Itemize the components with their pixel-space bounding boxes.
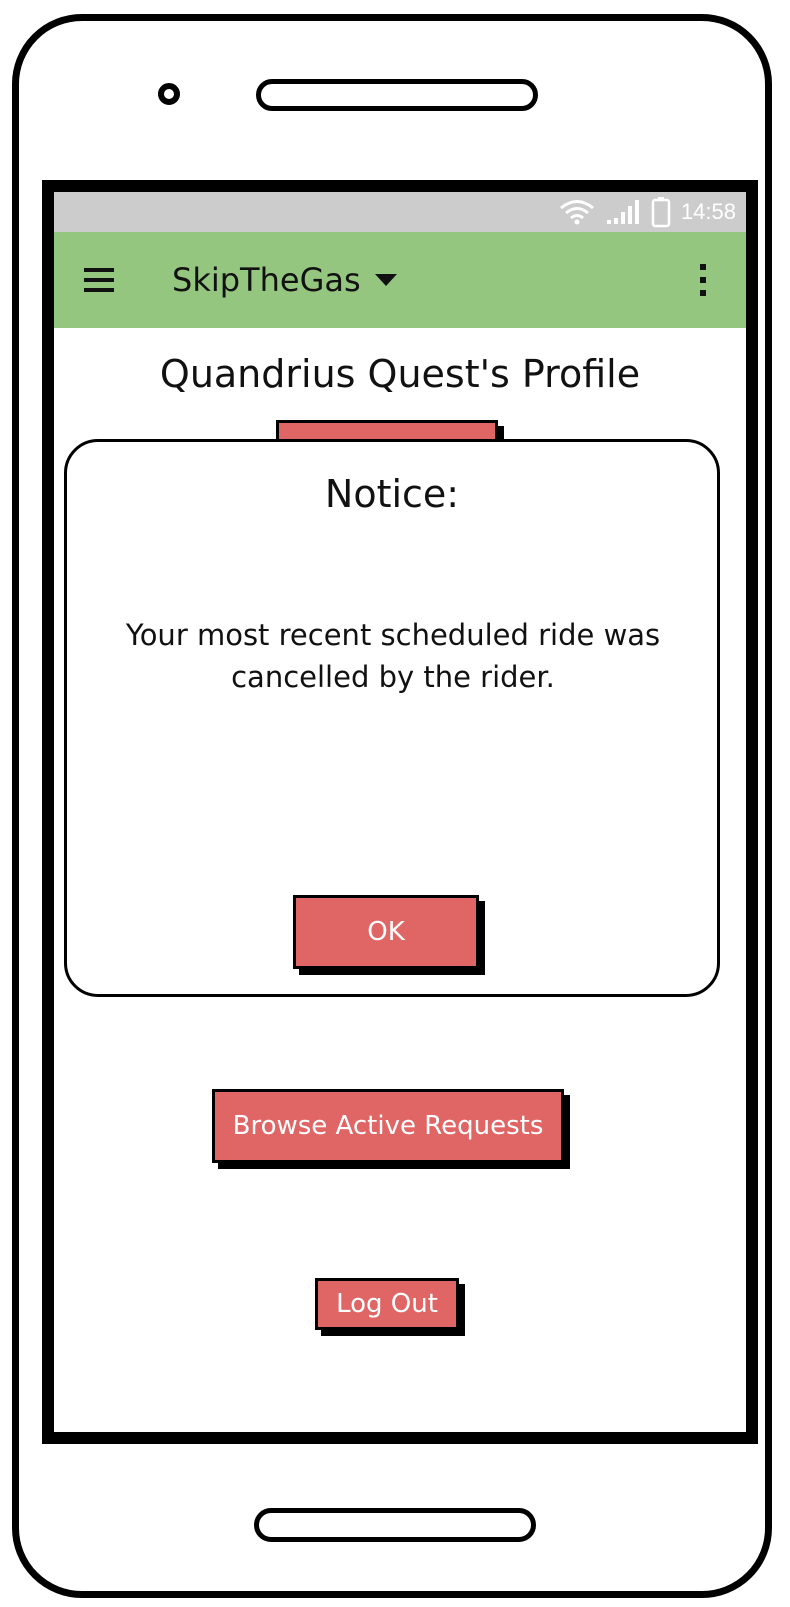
speaker-grille bbox=[256, 79, 538, 111]
wifi-icon bbox=[559, 199, 595, 225]
log-out-button[interactable]: Log Out bbox=[315, 1278, 459, 1330]
profile-title: Quandrius Quest's Profile bbox=[159, 352, 641, 396]
status-icons: 14:58 bbox=[559, 196, 736, 228]
signal-icon bbox=[605, 198, 641, 226]
battery-icon bbox=[651, 196, 671, 228]
status-time: 14:58 bbox=[680, 199, 736, 224]
dropdown-arrow-icon bbox=[374, 271, 397, 290]
app-title-dropdown[interactable]: SkipTheGas bbox=[172, 258, 397, 302]
screen: 14:58 SkipTheGas Quandrius Quest's Profi… bbox=[42, 180, 758, 1444]
home-button[interactable] bbox=[254, 1508, 536, 1542]
app-title: SkipTheGas bbox=[172, 261, 361, 299]
browse-active-requests-button[interactable]: Browse Active Requests bbox=[212, 1089, 564, 1163]
camera-icon bbox=[158, 83, 180, 105]
menu-icon[interactable] bbox=[84, 268, 114, 292]
ok-button[interactable]: OK bbox=[293, 895, 479, 969]
app-bar: SkipTheGas bbox=[54, 232, 746, 328]
dialog-message: Your most recent scheduled ride was canc… bbox=[125, 618, 661, 694]
dialog-title: Notice: bbox=[324, 472, 460, 516]
more-vert-icon[interactable] bbox=[698, 264, 708, 296]
status-bar: 14:58 bbox=[54, 192, 746, 232]
notice-dialog: Notice: Your most recent scheduled ride … bbox=[64, 439, 720, 997]
